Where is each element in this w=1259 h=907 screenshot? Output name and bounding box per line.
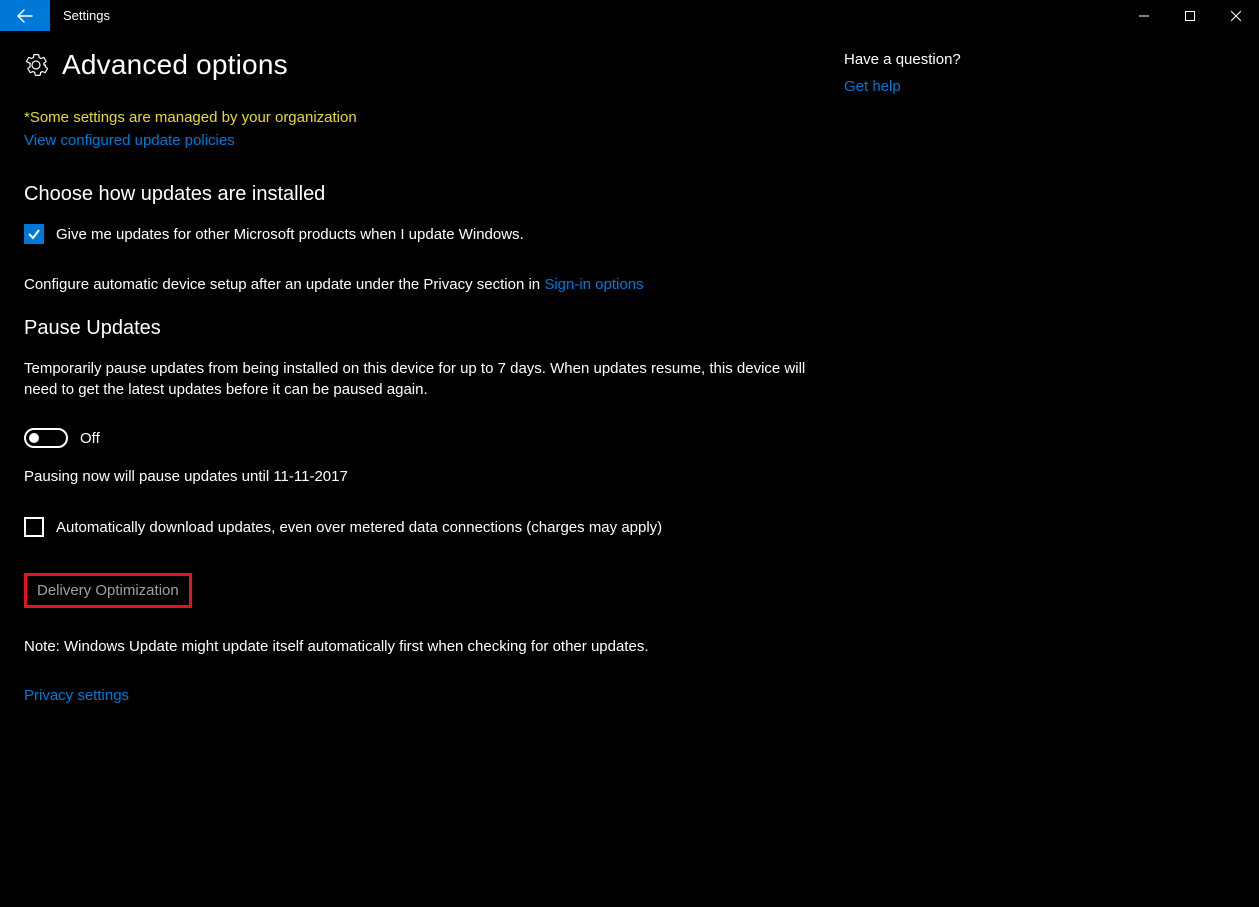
page-header: Advanced options (24, 49, 844, 81)
checkmark-icon (27, 227, 41, 241)
section-heading-install: Choose how updates are installed (24, 183, 844, 206)
delivery-optimization-link[interactable]: Delivery Optimization (24, 573, 192, 608)
other-products-label: Give me updates for other Microsoft prod… (56, 226, 524, 243)
toggle-knob (29, 433, 39, 443)
privacy-settings-link[interactable]: Privacy settings (24, 687, 129, 704)
window-title: Settings (50, 0, 1121, 31)
section-heading-pause: Pause Updates (24, 317, 844, 340)
back-button[interactable] (0, 0, 50, 31)
update-note: Note: Windows Update might update itself… (24, 636, 844, 657)
page-title: Advanced options (62, 49, 288, 81)
pause-until-note: Pausing now will pause updates until 11-… (24, 466, 844, 487)
metered-label: Automatically download updates, even ove… (56, 519, 662, 536)
maximize-button[interactable] (1167, 0, 1213, 31)
view-policies-link[interactable]: View configured update policies (24, 132, 844, 149)
pause-description: Temporarily pause updates from being ins… (24, 358, 814, 400)
window-controls (1121, 0, 1259, 31)
help-heading: Have a question? (844, 51, 1107, 68)
close-icon (1231, 11, 1241, 21)
metered-checkbox[interactable] (24, 517, 44, 537)
back-arrow-icon (17, 8, 33, 24)
close-button[interactable] (1213, 0, 1259, 31)
minimize-icon (1139, 11, 1149, 21)
pause-toggle[interactable] (24, 428, 68, 448)
gear-icon (24, 53, 48, 77)
window-titlebar: Settings (0, 0, 1259, 31)
signin-options-link[interactable]: Sign-in options (544, 276, 643, 293)
other-products-checkbox[interactable] (24, 224, 44, 244)
organization-notice: *Some settings are managed by your organ… (24, 109, 844, 126)
get-help-link[interactable]: Get help (844, 78, 1107, 95)
pause-toggle-state: Off (80, 430, 100, 447)
config-privacy-text: Configure automatic device setup after a… (24, 274, 844, 295)
maximize-icon (1185, 11, 1195, 21)
minimize-button[interactable] (1121, 0, 1167, 31)
